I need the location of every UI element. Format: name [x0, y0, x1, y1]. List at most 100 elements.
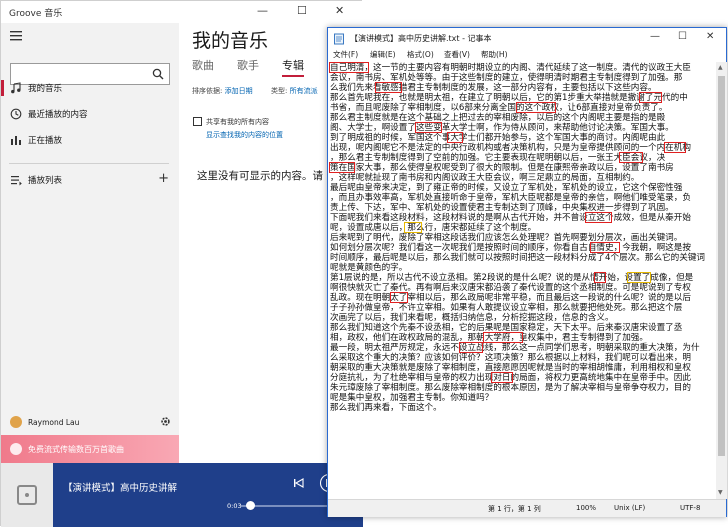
highlight-box [664, 142, 686, 153]
highlight-box [491, 372, 513, 383]
scroll-down-icon[interactable]: ▼ [718, 489, 723, 496]
notepad-title: 【演讲模式】高中历史讲解.txt - 记事本 [350, 34, 492, 43]
share-link[interactable]: 显示查找我的内容的位置 [206, 130, 283, 140]
highlight-box-yellow [404, 222, 422, 233]
highlight-box [447, 132, 463, 143]
sort-label: 排序依据: [192, 87, 223, 95]
nav-playlists[interactable]: 播放列表 + [1, 169, 179, 191]
text-line: ，这样呢就扯现了南书房和内阁议政王大臣会议，啊三足鼎立的局面，互相制约。 [330, 173, 640, 183]
add-playlist-button[interactable]: + [158, 171, 169, 186]
text-line: 朱元璋废除了宰相制度。那么废除宰相制度的根本原因，是为了解决宰相与皇帝争夺权力，… [330, 383, 691, 393]
highlight-box [329, 62, 369, 73]
tab-albums[interactable]: 专辑 [282, 57, 304, 77]
line-ending: Unix (LF) [614, 504, 646, 512]
text-line: 次画完了以后，我们来看呢，概括归纳信息，分析挖掘这段，信息的含义。 [330, 313, 614, 323]
menu-help[interactable]: 帮助(H) [481, 49, 508, 60]
highlight-box [594, 272, 606, 283]
text-line: 最一段，明太祖严厉规定，永远不设立战线，那么这一点同学们思考，明朝采取的重大决策… [330, 343, 700, 353]
scroll-up-icon[interactable]: ▲ [718, 64, 723, 71]
menu-format[interactable]: 格式(O) [407, 49, 434, 60]
text-line: 那么我们再来看，下面这个。 [330, 403, 442, 413]
zoom-level: 100% [576, 504, 597, 512]
groove-sidebar: 我的音乐 最近播放的内容 正在播放 播放列表 + [1, 23, 179, 437]
text-line: 呢，设置成唐以后，那么行，唐宋都延续了这个制度。 [330, 223, 537, 233]
notepad-window: 【演讲模式】高中历史讲解.txt - 记事本 — ☐ ✕ 文件(F) 编辑(E)… [327, 27, 727, 517]
text-line: 如何划分层次呢？我们看这一次呢我们是按照时间的顺序，你看自古自情史，今我朝，啊这… [330, 243, 691, 253]
highlight-box [329, 162, 355, 173]
text-line: ，而且办事效率高，军机处直接听命于皇帝，军机大臣呢都是皇帝的亲信，啊他们唯受笔录… [330, 193, 691, 203]
text-line: 呢是集中皇权，加强君主专制。你知道吗？ [330, 393, 494, 403]
notepad-minimize-button[interactable]: — [650, 31, 660, 42]
text-line: 下面呢我们来看这段材料，这段材料说的是啊从古代开始，并不曾设立这个成效，但是从秦… [330, 213, 691, 223]
menu-edit[interactable]: 编辑(E) [370, 49, 396, 60]
text-line: 子子孙孙做皇帝，不许立宰相。如果有人敢提议设立宰相，那么就要把他处死。那么把这个… [330, 303, 683, 313]
text-line: 责上传、下达，军中、军机处的设置使君主专制达到了顶峰，中央集权进一步得到了巩固。 [330, 203, 674, 213]
text-line: 阁、大学士，啊设置了这些变革大学士啊，作为侍从顾问，来帮助他讨论决策。军国大事。 [330, 123, 674, 133]
share-checkbox-label: 共享有我的所有内容 [206, 118, 269, 126]
text-line: 那么首先呢我在，也就是明太祖，在建立了明朝以后，它的第1步重大举措就是撤谢了元代… [330, 93, 688, 103]
highlight-box-yellow [627, 272, 651, 283]
notepad-titlebar: 【演讲模式】高中历史讲解.txt - 记事本 — ☐ ✕ [328, 28, 726, 49]
now-playing-title: 【演讲模式】高中历史讲解 [63, 483, 178, 494]
gear-icon[interactable] [160, 416, 171, 427]
nav-now-playing[interactable]: 正在播放 [1, 129, 179, 151]
highlight-box [585, 212, 612, 223]
text-line: 么采取这个重大的决策？应该如何评价？这项决策？那么根据以上材料，我们呢可以看出来… [330, 353, 691, 363]
scrollbar-thumb[interactable] [718, 76, 725, 456]
page-title: 我的音乐 [192, 30, 269, 52]
disc-icon [17, 485, 37, 505]
text-line: 时间顺序，最后呢是以后，那么我们就可以按照时间把这一段材料分成了4个层次。那么它… [330, 253, 706, 263]
text-line: 自己明清，这一节的主要内容有明朝时期设立的内阁、清代延续了这一制度。清代的议政王… [330, 63, 691, 73]
vertical-scrollbar[interactable]: ▲ ▼ [716, 62, 727, 499]
close-button[interactable]: ✕ [335, 4, 344, 17]
promo-text: 免费流式传输数百万首歌曲 [28, 445, 124, 454]
highlight-box [390, 292, 408, 303]
tab-artists[interactable]: 歌手 [237, 57, 259, 73]
notepad-maximize-button[interactable]: ☐ [678, 31, 687, 42]
previous-icon[interactable] [293, 477, 305, 489]
text-line: 啊很快就灭亡了秦代。再有啊后来汉唐宋都沿袭了秦代设置的这个丞相制度。可是呢说到了… [330, 283, 691, 293]
user-account[interactable]: Raymond Lau [1, 409, 179, 435]
highlight-box [459, 342, 483, 353]
nav-my-music-label: 我的音乐 [28, 84, 63, 94]
text-line: 后来呢到了明代，废除了宰相这段话我们应该怎么处理呢？首先啊要划分层次，画出关键词… [330, 233, 683, 243]
sort-value[interactable]: 添加日期 [225, 87, 253, 95]
genre-label: 类型: [271, 87, 288, 95]
hamburger-menu-icon[interactable] [10, 31, 22, 41]
progress-knob[interactable] [246, 501, 255, 510]
nav-recent[interactable]: 最近播放的内容 [1, 103, 179, 125]
highlight-box [590, 242, 620, 253]
highlight-box [516, 102, 556, 113]
text-line: 呢就是黄颜色的字。 [330, 263, 408, 273]
groove-app-title: Groove 音乐 [9, 9, 63, 19]
minimize-button[interactable]: — [257, 4, 268, 17]
tab-songs[interactable]: 歌曲 [192, 57, 214, 73]
highlight-box [639, 92, 662, 103]
menu-file[interactable]: 文件(F) [333, 49, 358, 60]
highlight-box [375, 82, 402, 93]
notepad-close-button[interactable]: ✕ [706, 31, 714, 42]
highlight-box [415, 122, 442, 133]
text-line: 最后呢由皇帝来决定，到了雍正帝的时候，又设立了军机处，军机处的设立，它这个保密性… [330, 183, 683, 193]
nav-my-music[interactable]: 我的音乐 [1, 77, 179, 99]
playlist-icon [10, 174, 22, 186]
nav-recent-label: 最近播放的内容 [28, 110, 88, 120]
promo-banner[interactable]: 免费流式传输数百万首歌曲 [1, 435, 179, 463]
sidebar-divider [9, 163, 169, 164]
menu-view[interactable]: 查看(V) [444, 49, 470, 60]
empty-message: 这里没有可显示的内容。请 [197, 170, 323, 182]
share-checkbox[interactable] [193, 117, 202, 126]
text-line: 那么君主制度就是在这个基础之上把过去的宰相废除，以后的这个内阁呢主要是指的是殿 [330, 113, 666, 123]
maximize-button[interactable]: ☐ [297, 4, 307, 17]
elapsed-time: 0:03 [227, 502, 242, 510]
genre-value[interactable]: 所有流派 [290, 87, 318, 95]
text-line: ，那么君主专制制度得到了空前的加强。它主要表现在呢明朝以后，一张王大臣会议，决 [330, 153, 666, 163]
text-editor[interactable]: 自己明清，这一节的主要内容有明朝时期设立的内阁、清代延续了这一制度。清代的议政王… [328, 62, 716, 499]
text-line: 到了明成祖的时候，军国这个事大学士们都开始参与，这个军国大事的商讨。内阁呢由此 [330, 133, 666, 143]
sort-filter[interactable]: 排序依据: 添加日期 [192, 86, 253, 96]
album-art [1, 463, 53, 527]
genre-filter[interactable]: 类型: 所有流派 [271, 86, 318, 96]
music-note-icon [10, 82, 21, 94]
text-line: 书省，而且呢废除了宰相制度，以6部来分离全国的这个政权，让6部直接对皇帝负责了。 [330, 103, 668, 113]
nav-playlists-label: 播放列表 [28, 176, 63, 186]
